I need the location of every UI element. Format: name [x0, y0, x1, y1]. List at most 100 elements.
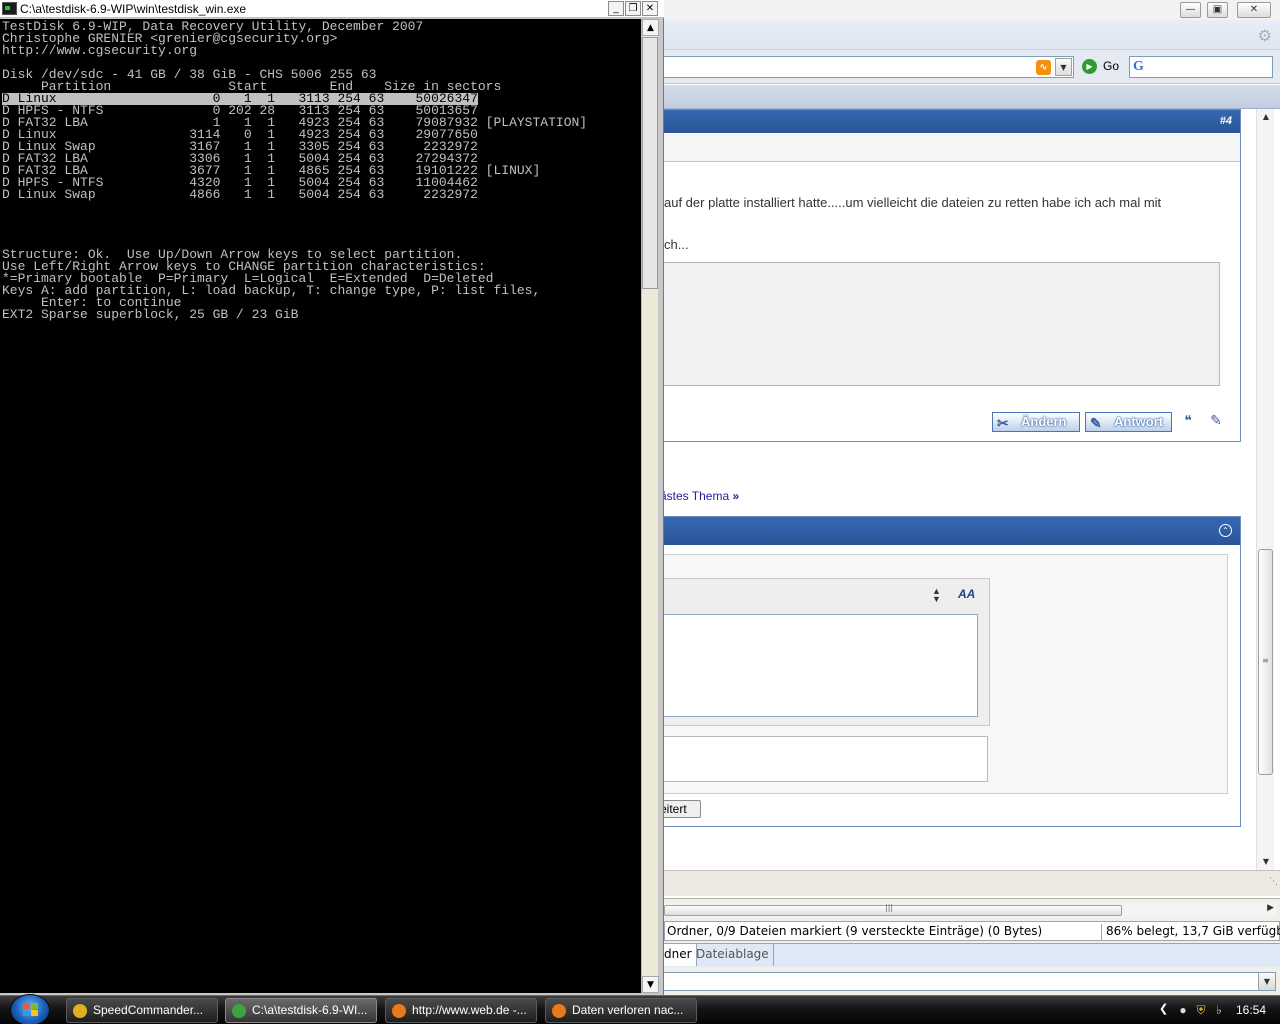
- quote-box: [664, 262, 1220, 386]
- quote-button[interactable]: ❝: [1176, 412, 1200, 432]
- chevron-down-icon[interactable]: ▼: [1258, 973, 1275, 990]
- grip-icon: |||: [885, 903, 894, 912]
- go-arrow-icon[interactable]: ▶: [1082, 59, 1097, 74]
- browser-titlebar: — ▣ ✕: [664, 0, 1280, 20]
- scissors-icon: ✂: [997, 415, 1009, 431]
- close-button[interactable]: ✕: [1237, 2, 1271, 18]
- resize-grip-icon[interactable]: ⋱: [1269, 877, 1278, 887]
- search-input[interactable]: G: [1129, 56, 1273, 78]
- system-tray: ❮ ● ⛨ ♭ 16:54: [1152, 996, 1280, 1024]
- edit-button-label: Ändern: [1021, 414, 1067, 429]
- console-line[interactable]: D Linux Swap 4866 1 1 5004 254 63 223297…: [2, 188, 478, 201]
- secondary-field[interactable]: [664, 736, 988, 782]
- scroll-down-arrow-icon[interactable]: ▼: [1257, 854, 1275, 870]
- quick-reply-button[interactable]: ✎: [1204, 412, 1228, 432]
- minimize-button[interactable]: —: [1180, 2, 1201, 18]
- console-line: EXT2 Sparse superblock, 25 GB / 23 GiB: [2, 307, 299, 322]
- minimize-button[interactable]: _: [608, 1, 624, 16]
- message-editor: ▲ ▼ AA: [664, 578, 990, 726]
- quick-reply-panel: ▲ ▼ AA: [664, 554, 1228, 794]
- windows-logo-icon: [23, 1003, 39, 1017]
- next-thread-link[interactable]: ästes Thema »: [664, 489, 739, 503]
- command-line-input[interactable]: ▼: [664, 972, 1276, 991]
- speaker-icon[interactable]: ♭: [1212, 1003, 1226, 1017]
- maximize-button[interactable]: ▣: [1207, 2, 1228, 18]
- post-number-link[interactable]: #4: [1220, 115, 1232, 127]
- tab-clipboard[interactable]: Dateiablage: [694, 944, 774, 966]
- rss-feed-icon[interactable]: ∿: [1036, 60, 1051, 75]
- post-body-text: auf der platte installiert hatte.....um …: [664, 195, 1162, 210]
- reply-button-label: Antwort: [1114, 414, 1164, 429]
- taskbar: SpeedCommander... C:\a\testdisk-6.9-WI...…: [0, 994, 1280, 1024]
- console-titlebar: C:\a\testdisk-6.9-WIP\win\testdisk_win.e…: [0, 0, 664, 18]
- taskbar-button[interactable]: Daten verloren nac...: [545, 998, 697, 1023]
- show-hidden-icons-icon[interactable]: ❮: [1159, 1002, 1168, 1015]
- console-title: C:\a\testdisk-6.9-WIP\win\testdisk_win.e…: [20, 2, 247, 16]
- console-output[interactable]: TestDisk 6.9-WIP, Data Recovery Utility,…: [0, 19, 641, 993]
- grip-icon: ≡: [1262, 656, 1269, 665]
- resize-arrows-icon[interactable]: ▲ ▼: [932, 587, 941, 604]
- page-vertical-scrollbar[interactable]: ▲ ≡ ▼: [1256, 109, 1274, 870]
- taskbar-button[interactable]: C:\a\testdisk-6.9-WI...: [225, 998, 377, 1023]
- security-shield-icon[interactable]: ⛨: [1194, 1003, 1208, 1017]
- console-window: C:\a\testdisk-6.9-WIP\win\testdisk_win.e…: [0, 0, 664, 995]
- gear-icon[interactable]: ⚙: [1258, 26, 1272, 45]
- collapse-icon[interactable]: ⌃: [1219, 524, 1232, 537]
- scroll-up-arrow-icon[interactable]: ▲: [642, 19, 659, 36]
- continue-button[interactable]: eitert: [664, 800, 701, 818]
- post-subheader: [664, 134, 1240, 162]
- console-icon: [232, 1004, 246, 1018]
- post-body-text-2: ch...: [664, 237, 689, 252]
- file-status-bar: Ordner, 0/9 Dateien markiert (9 versteck…: [664, 921, 1280, 941]
- start-button[interactable]: [10, 994, 50, 1024]
- next-thread-arrow: »: [732, 489, 740, 503]
- taskbar-button-label: SpeedCommander...: [93, 1003, 204, 1017]
- quick-reply-header: ⌃: [664, 517, 1240, 545]
- scroll-up-arrow-icon[interactable]: ▲: [1257, 109, 1275, 125]
- forum-post: #4 auf der platte installiert hatte.....…: [664, 109, 1241, 442]
- address-dropdown-button[interactable]: ▼: [1055, 58, 1072, 76]
- browser-menu-area: ⚙: [664, 20, 1280, 50]
- tab-folder[interactable]: dner: [664, 944, 697, 966]
- firefox-icon: [392, 1004, 406, 1018]
- browser-status-bar: ⋱: [664, 870, 1280, 896]
- next-thread-label[interactable]: ästes Thema: [664, 489, 729, 503]
- edit-button[interactable]: ✂ Ändern: [992, 412, 1080, 432]
- browser-window: — ▣ ✕ ⚙ ∿ ▼ ▶ Go G #4 auf der platte ins…: [664, 0, 1280, 995]
- pencil-icon: ✎: [1090, 415, 1102, 431]
- file-manager-tabs: dner Dateiablage: [664, 943, 1280, 967]
- console-scrollbar[interactable]: ▲ ▼: [641, 19, 659, 993]
- forum-page: #4 auf der platte installiert hatte.....…: [664, 109, 1256, 870]
- taskbar-button[interactable]: SpeedCommander...: [66, 998, 218, 1023]
- scrollbar-thumb[interactable]: ≡: [1258, 549, 1273, 775]
- address-bar[interactable]: ∿ ▼: [664, 56, 1074, 78]
- reply-button[interactable]: ✎ Antwort: [1085, 412, 1172, 432]
- console-app-icon[interactable]: [2, 2, 17, 15]
- disk-usage-status: 86% belegt, 13,7 GiB verfügbar: [1101, 924, 1280, 940]
- console-line: http://www.cgsecurity.org: [2, 43, 198, 58]
- taskbar-button[interactable]: http://www.web.de -...: [385, 998, 537, 1023]
- browser-tab-strip: [664, 85, 1280, 109]
- taskbar-button-label: http://www.web.de -...: [412, 1003, 527, 1017]
- post-header: #4: [664, 110, 1240, 133]
- firefox-icon: [552, 1004, 566, 1018]
- google-search-icon[interactable]: G: [1133, 59, 1144, 75]
- speedcommander-icon: [73, 1004, 87, 1018]
- quick-reply-box: ⌃ ▲▼ AA eitert: [664, 516, 1241, 827]
- clock[interactable]: 16:54: [1236, 1003, 1266, 1017]
- scroll-down-arrow-icon[interactable]: ▼: [642, 976, 659, 993]
- horizontal-scrollbar[interactable]: ||| ▶: [664, 903, 1276, 917]
- console-scroll-thumb[interactable]: [642, 37, 658, 289]
- font-size-icon[interactable]: AA: [958, 587, 975, 601]
- go-button[interactable]: Go: [1103, 59, 1119, 73]
- taskbar-button-label: Daten verloren nac...: [572, 1003, 684, 1017]
- taskbar-button-label: C:\a\testdisk-6.9-WI...: [252, 1003, 368, 1017]
- network-icon[interactable]: ●: [1176, 1003, 1190, 1017]
- message-textarea[interactable]: [664, 614, 978, 717]
- restore-button[interactable]: ❐: [625, 1, 641, 16]
- horizontal-scroll-thumb[interactable]: |||: [664, 903, 1122, 916]
- selection-status: Ordner, 0/9 Dateien markiert (9 versteck…: [667, 924, 1043, 938]
- scroll-right-arrow-icon[interactable]: ▶: [1267, 903, 1274, 913]
- file-manager-panel: ||| ▶ Ordner, 0/9 Dateien markiert (9 ve…: [664, 898, 1280, 995]
- close-button[interactable]: ✕: [642, 1, 658, 16]
